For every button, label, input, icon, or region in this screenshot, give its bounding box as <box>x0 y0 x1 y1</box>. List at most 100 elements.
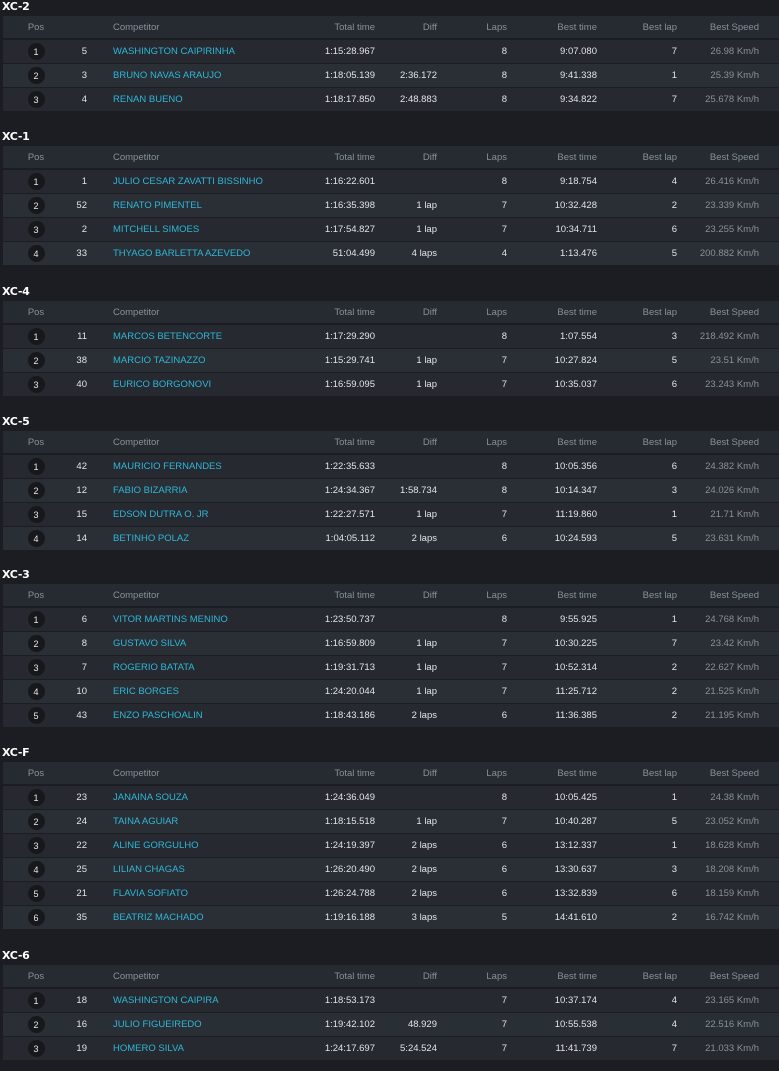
competitor-link[interactable]: BETINHO POLAZ <box>113 533 189 544</box>
competitor-link[interactable]: BRUNO NAVAS ARAUJO <box>113 70 221 81</box>
header-best-lap[interactable]: Best lap <box>597 431 677 453</box>
table-header: Pos Competitor Total time Diff Laps Best time… <box>3 301 779 323</box>
competitor-link[interactable]: ALINE GORGULHO <box>113 840 199 851</box>
header-pos[interactable]: Pos <box>23 146 49 168</box>
header-total-time[interactable]: Total time <box>273 584 375 606</box>
header-laps[interactable]: Laps <box>437 584 507 606</box>
header-best-speed[interactable]: Best Speed <box>677 584 759 606</box>
header-pos[interactable]: Pos <box>23 965 49 987</box>
competitor-link[interactable]: VITOR MARTINS MENINO <box>113 614 228 625</box>
competitor-link[interactable]: FABIO BIZARRIA <box>113 485 187 496</box>
header-best-lap[interactable]: Best lap <box>597 16 677 38</box>
header-laps[interactable]: Laps <box>437 146 507 168</box>
competitor-link[interactable]: JANAINA SOUZA <box>113 792 188 803</box>
header-best-speed[interactable]: Best Speed <box>677 146 759 168</box>
position-cell: 2 <box>23 1013 49 1036</box>
competitor-link[interactable]: RENAN BUENO <box>113 94 183 105</box>
total-time: 1:04:05.112 <box>325 533 375 544</box>
competitor-link[interactable]: EDSON DUTRA O. JR <box>113 509 209 520</box>
best-time: 10:35.037 <box>554 379 597 390</box>
header-total-time[interactable]: Total time <box>273 431 375 453</box>
header-pos[interactable]: Pos <box>23 16 49 38</box>
competitor-link[interactable]: HOMERO SILVA <box>113 1043 184 1054</box>
header-best-lap[interactable]: Best lap <box>597 762 677 784</box>
header-best-speed[interactable]: Best Speed <box>677 762 759 784</box>
competitor-link[interactable]: GUSTAVO SILVA <box>113 638 186 649</box>
header-best-time[interactable]: Best time <box>507 301 597 323</box>
position-badge: 2 <box>27 482 45 499</box>
header-pos[interactable]: Pos <box>23 762 49 784</box>
header-best-lap[interactable]: Best lap <box>597 965 677 987</box>
header-total-time[interactable]: Total time <box>273 146 375 168</box>
position-cell: 2 <box>23 632 49 655</box>
best-time: 10:52.314 <box>554 662 597 673</box>
header-total-time[interactable]: Total time <box>273 16 375 38</box>
header-diff[interactable]: Diff <box>375 762 437 784</box>
header-pos[interactable]: Pos <box>23 584 49 606</box>
header-pos[interactable]: Pos <box>23 301 49 323</box>
header-best-speed[interactable]: Best Speed <box>677 431 759 453</box>
header-pos[interactable]: Pos <box>23 431 49 453</box>
header-best-time[interactable]: Best time <box>507 146 597 168</box>
competitor-link[interactable]: RENATO PIMENTEL <box>113 200 202 211</box>
header-laps[interactable]: Laps <box>437 301 507 323</box>
competitor-link[interactable]: WASHINGTON CAIPIRA <box>113 995 219 1006</box>
header-diff[interactable]: Diff <box>375 16 437 38</box>
header-laps[interactable]: Laps <box>437 965 507 987</box>
best-speed: 23.243 Km/h <box>705 379 759 390</box>
total-time: 1:18:15.518 <box>324 816 375 827</box>
header-diff[interactable]: Diff <box>375 301 437 323</box>
header-best-time[interactable]: Best time <box>507 584 597 606</box>
header-best-speed[interactable]: Best Speed <box>677 965 759 987</box>
competitor-link[interactable]: MARCIO TAZINAZZO <box>113 355 206 366</box>
header-laps[interactable]: Laps <box>437 762 507 784</box>
header-best-lap[interactable]: Best lap <box>597 584 677 606</box>
header-best-lap[interactable]: Best lap <box>597 146 677 168</box>
competitor-link[interactable]: WASHINGTON CAIPIRINHA <box>113 46 235 57</box>
competitor-link[interactable]: FLAVIA SOFIATO <box>113 888 188 899</box>
header-diff[interactable]: Diff <box>375 584 437 606</box>
header-laps[interactable]: Laps <box>437 431 507 453</box>
header-best-time[interactable]: Best time <box>507 965 597 987</box>
competitor-link[interactable]: ROGERIO BATATA <box>113 662 195 673</box>
competitor-link[interactable]: THYAGO BARLETTA AZEVEDO <box>113 248 250 259</box>
header-total-time[interactable]: Total time <box>273 301 375 323</box>
header-diff[interactable]: Diff <box>375 146 437 168</box>
competitor-link[interactable]: EURICO BORGONOVI <box>113 379 211 390</box>
header-diff[interactable]: Diff <box>375 431 437 453</box>
best-lap: 3 <box>671 331 677 342</box>
header-diff[interactable]: Diff <box>375 965 437 987</box>
competitor-link[interactable]: JULIO FIGUEIREDO <box>113 1019 202 1030</box>
header-best-time[interactable]: Best time <box>507 16 597 38</box>
table-row: 5 21 FLAVIA SOFIATO 1:26:24.788 2 laps 6 13:32… <box>3 882 779 905</box>
best-time: 10:05.425 <box>554 792 597 803</box>
best-speed: 23.052 Km/h <box>705 816 759 827</box>
best-speed: 18.208 Km/h <box>705 864 759 875</box>
header-best-time[interactable]: Best time <box>507 431 597 453</box>
header-best-time[interactable]: Best time <box>507 762 597 784</box>
competitor-link[interactable]: JULIO CESAR ZAVATTI BISSINHO <box>113 176 263 187</box>
competitor-link[interactable]: ENZO PASCHOALIN <box>113 710 203 721</box>
total-time: 1:26:24.788 <box>324 888 375 899</box>
table-header: Pos Competitor Total time Diff Laps Best time… <box>3 16 779 38</box>
header-total-time[interactable]: Total time <box>273 965 375 987</box>
position-cell: 4 <box>23 680 49 703</box>
header-best-speed[interactable]: Best Speed <box>677 301 759 323</box>
competitor-link[interactable]: BEATRIZ MACHADO <box>113 912 204 923</box>
best-lap: 6 <box>671 461 677 472</box>
competitor-link[interactable]: MAURICIO FERNANDES <box>113 461 222 472</box>
competitor-link[interactable]: MITCHELL SIMOES <box>113 224 199 235</box>
header-best-speed[interactable]: Best Speed <box>677 16 759 38</box>
competitor-link[interactable]: MARCOS BETENCORTE <box>113 331 222 342</box>
competitor-link[interactable]: LILIAN CHAGAS <box>113 864 185 875</box>
header-best-lap[interactable]: Best lap <box>597 301 677 323</box>
diff: 2 laps <box>411 840 437 851</box>
laps: 6 <box>501 533 507 544</box>
laps: 8 <box>501 485 507 496</box>
header-laps[interactable]: Laps <box>437 16 507 38</box>
best-lap: 1 <box>671 509 677 520</box>
competitor-link[interactable]: ERIC BORGES <box>113 686 179 697</box>
competitor-link[interactable]: TAINA AGUIAR <box>113 816 178 827</box>
header-total-time[interactable]: Total time <box>273 762 375 784</box>
total-time: 1:16:22.601 <box>324 176 375 187</box>
